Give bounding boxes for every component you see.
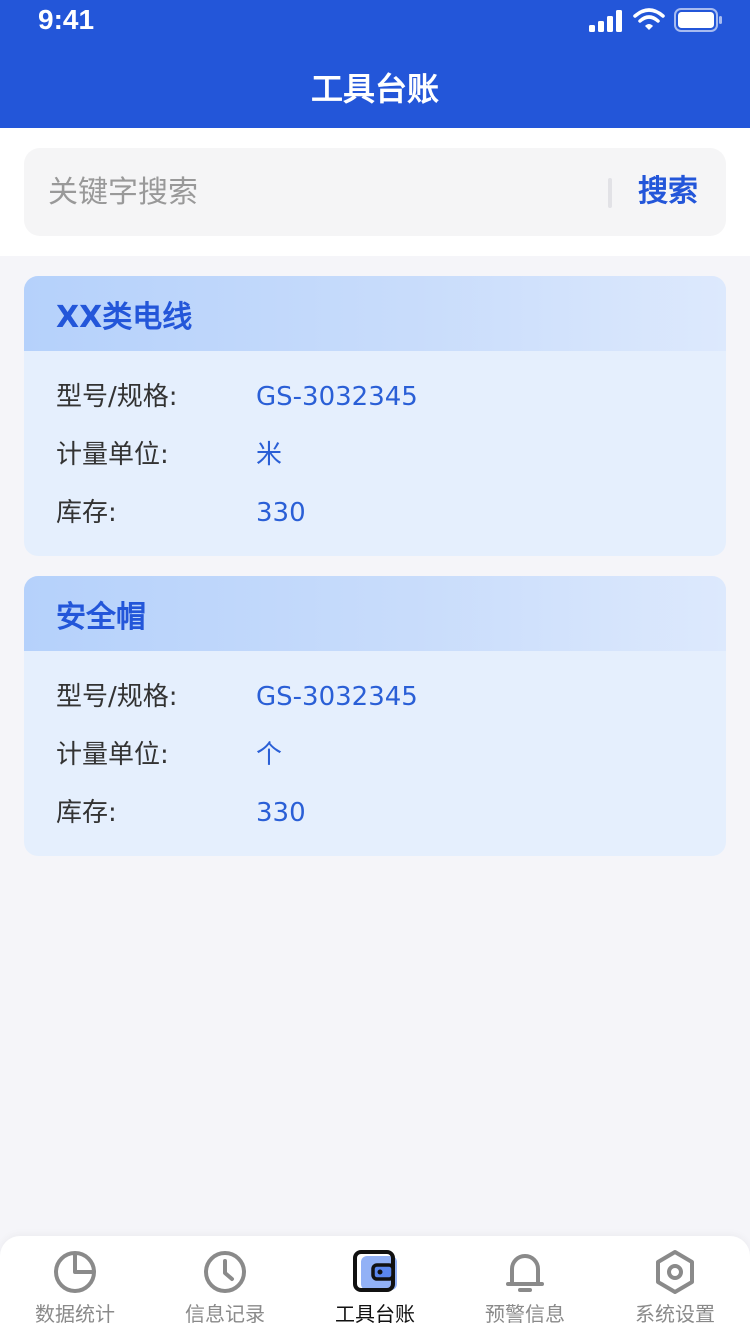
tab-system-settings[interactable]: 系统设置 xyxy=(600,1236,750,1334)
row-label: 库存: xyxy=(56,798,117,828)
card-row-unit: 计量单位: 米 xyxy=(56,437,726,495)
card-body: 型号/规格: GS-3032345 计量单位: 米 库存: 330 xyxy=(24,351,726,553)
search-box: 搜索 xyxy=(24,148,726,236)
card-header: XX类电线 xyxy=(24,276,726,351)
card-header: 安全帽 xyxy=(24,576,726,651)
card-body: 型号/规格: GS-3032345 计量单位: 个 库存: 330 xyxy=(24,651,726,853)
row-value: 330 xyxy=(256,798,306,828)
status-bar: 9:41 xyxy=(0,0,750,44)
row-label: 型号/规格: xyxy=(56,382,178,412)
tab-data-statistics[interactable]: 数据统计 xyxy=(0,1236,150,1334)
bottom-tab-bar: 数据统计 信息记录 工具台账 预警信息 系统设置 xyxy=(0,1236,750,1334)
settings-hexagon-icon xyxy=(656,1250,694,1294)
card-row-stock: 库存: 330 xyxy=(56,495,726,553)
tool-card[interactable]: XX类电线 型号/规格: GS-3032345 计量单位: 米 库存: 330 xyxy=(24,276,726,556)
status-time: 9:41 xyxy=(38,4,95,35)
wallet-icon xyxy=(353,1250,397,1292)
row-value: 330 xyxy=(256,498,306,528)
search-section: 搜索 xyxy=(0,128,750,256)
page-title: 工具台账 xyxy=(310,70,439,108)
tab-warning-info[interactable]: 预警信息 xyxy=(450,1236,600,1334)
card-row-stock: 库存: 330 xyxy=(56,795,726,853)
wifi-icon xyxy=(633,8,665,30)
tab-label: 工具台账 xyxy=(335,1302,415,1326)
row-value: 个 xyxy=(256,740,283,770)
row-value: 米 xyxy=(256,440,283,470)
card-row-model: 型号/规格: GS-3032345 xyxy=(56,679,726,737)
tool-ledger-list: XX类电线 型号/规格: GS-3032345 计量单位: 米 库存: 330 … xyxy=(24,276,726,876)
tab-tool-ledger[interactable]: 工具台账 xyxy=(300,1236,450,1334)
card-title: 安全帽 xyxy=(56,599,146,635)
search-divider xyxy=(608,178,612,208)
card-row-model: 型号/规格: GS-3032345 xyxy=(56,379,726,437)
row-value: GS-3032345 xyxy=(256,682,418,712)
clock-icon xyxy=(204,1251,246,1293)
search-input[interactable] xyxy=(48,166,588,218)
row-label: 计量单位: xyxy=(56,440,169,470)
tool-card[interactable]: 安全帽 型号/规格: GS-3032345 计量单位: 个 库存: 330 xyxy=(24,576,726,856)
tab-info-records[interactable]: 信息记录 xyxy=(150,1236,300,1334)
pie-chart-icon xyxy=(54,1251,96,1293)
row-label: 计量单位: xyxy=(56,740,169,770)
tab-label: 系统设置 xyxy=(635,1302,715,1326)
tab-label: 信息记录 xyxy=(185,1302,265,1326)
card-row-unit: 计量单位: 个 xyxy=(56,737,726,795)
tab-label: 数据统计 xyxy=(35,1302,115,1326)
header: 9:41 工具台账 xyxy=(0,0,750,128)
tab-label: 预警信息 xyxy=(485,1302,565,1326)
row-label: 库存: xyxy=(56,498,117,528)
search-button[interactable]: 搜索 xyxy=(638,170,726,214)
cellular-signal-icon xyxy=(589,10,622,32)
row-label: 型号/规格: xyxy=(56,682,178,712)
card-title: XX类电线 xyxy=(56,299,193,335)
bell-icon xyxy=(506,1254,544,1292)
battery-icon xyxy=(674,8,722,32)
row-value: GS-3032345 xyxy=(256,382,418,412)
